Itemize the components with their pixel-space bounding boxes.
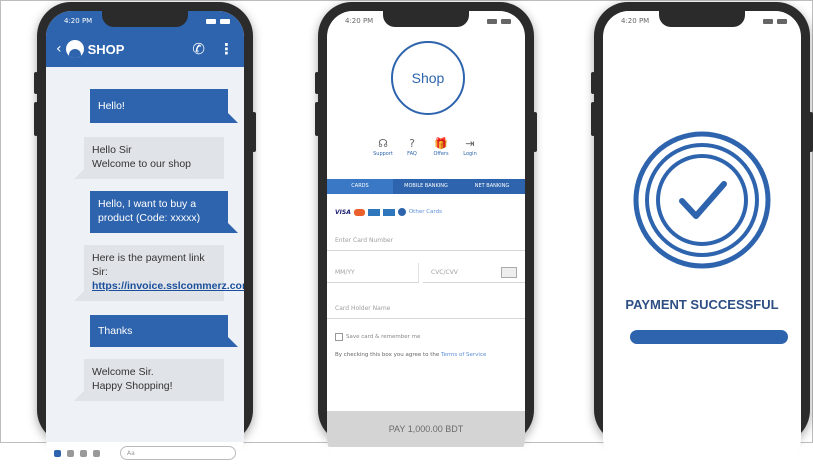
- expiry-input[interactable]: MM/YY: [327, 263, 419, 283]
- card-icon: [501, 267, 517, 278]
- card-holder-input[interactable]: Card Holder Name: [327, 299, 525, 319]
- status-time: 4:20 PM: [621, 17, 650, 25]
- more-options-icon[interactable]: ⋮: [219, 40, 234, 58]
- card-number-input[interactable]: Enter Card Number: [327, 231, 525, 251]
- signal-icon: [763, 18, 773, 24]
- amex-icon: [367, 208, 380, 216]
- menu-icon[interactable]: [54, 449, 61, 457]
- visa-icon: VISA: [335, 208, 351, 216]
- phone-success: 4:20 PM PAYMENT SUCCESSFUL: [591, 2, 813, 464]
- offers-icon: 🎁: [434, 137, 448, 150]
- chat-message-in: Welcome Sir. Happy Shopping!: [74, 359, 224, 401]
- chat-toolbar: Aa: [46, 442, 244, 464]
- signal-icon: [206, 18, 216, 24]
- phone-payment: 4:20 PM Shop ☊ Support ? FAQ 🎁 Offers ⇥ Logi…: [315, 2, 537, 464]
- battery-icon: [777, 18, 787, 24]
- other-cards-icon: [397, 208, 406, 216]
- camera-icon[interactable]: [67, 449, 74, 457]
- shop-logo: Shop: [391, 41, 465, 115]
- offers-link[interactable]: 🎁 Offers: [431, 137, 451, 157]
- support-icon: ☊: [378, 137, 388, 150]
- notch: [102, 11, 188, 27]
- tab-mobile-banking[interactable]: MOBILE BANKING: [393, 179, 459, 194]
- login-label: Login: [463, 151, 477, 157]
- faq-label: FAQ: [407, 151, 417, 157]
- chat-screen: 4:20 PM ‹ SHOP ✆ ⋮ Hello! Hello Sir Welc…: [46, 11, 244, 464]
- success-bar: [630, 330, 788, 344]
- other-cards-link[interactable]: Other Cards: [409, 209, 442, 215]
- notch: [383, 11, 469, 27]
- chat-title: SHOP: [87, 41, 125, 57]
- status-time: 4:20 PM: [64, 17, 93, 25]
- card-brands: VISA Other Cards: [335, 208, 442, 216]
- microphone-icon[interactable]: [93, 449, 100, 457]
- payment-link[interactable]: https://invoice.sslcommerz.com: [92, 280, 244, 292]
- agree-text: By checking this box you agree to the: [335, 352, 442, 358]
- chat-message-out: Hello!: [90, 89, 238, 123]
- chat-message-in: Here is the payment link Sir: https://in…: [74, 245, 244, 301]
- support-label: Support: [373, 151, 393, 157]
- terms-link[interactable]: Terms of Service: [441, 352, 486, 358]
- avatar[interactable]: [65, 40, 84, 58]
- success-screen: 4:20 PM PAYMENT SUCCESSFUL: [603, 11, 801, 464]
- phone-call-icon[interactable]: ✆: [192, 40, 205, 58]
- chat-message-out: Thanks: [90, 315, 238, 347]
- bank-card-icon: [382, 208, 395, 216]
- save-card-row: Save card & remember me: [335, 333, 420, 341]
- offers-label: Offers: [433, 151, 449, 157]
- chat-message-in: Hello Sir Welcome to our shop: [74, 137, 224, 179]
- quick-links: ☊ Support ? FAQ 🎁 Offers ⇥ Login: [373, 137, 480, 157]
- payment-screen: 4:20 PM Shop ☊ Support ? FAQ 🎁 Offers ⇥ Logi…: [327, 11, 525, 464]
- tab-net-banking[interactable]: NET BANKING: [459, 179, 525, 194]
- success-title: PAYMENT SUCCESSFUL: [625, 297, 779, 312]
- chat-body[interactable]: Hello! Hello Sir Welcome to our shop Hel…: [46, 67, 244, 442]
- support-link[interactable]: ☊ Support: [373, 137, 393, 157]
- battery-icon: [501, 18, 511, 24]
- image-icon[interactable]: [80, 449, 87, 457]
- chat-message-out: Hello, I want to buy a product (Code: xx…: [90, 191, 238, 233]
- login-link[interactable]: ⇥ Login: [460, 137, 480, 157]
- back-arrow-icon[interactable]: ‹: [56, 41, 62, 57]
- payment-link-text: Here is the payment link Sir:: [92, 252, 205, 278]
- mastercard-icon: [353, 208, 365, 216]
- status-time: 4:20 PM: [345, 17, 374, 25]
- save-card-checkbox[interactable]: [335, 333, 343, 341]
- chat-header: ‹ SHOP ✆ ⋮: [46, 31, 244, 67]
- success-check-icon: [633, 131, 771, 269]
- payment-tabs: CARDS MOBILE BANKING NET BANKING: [327, 179, 525, 194]
- cvc-input[interactable]: CVC/CVV: [423, 263, 525, 283]
- faq-icon: ?: [409, 137, 415, 150]
- notch: [659, 11, 745, 27]
- cvc-placeholder: CVC/CVV: [431, 269, 458, 276]
- save-card-label: Save card & remember me: [346, 334, 421, 340]
- tab-cards[interactable]: CARDS: [327, 179, 393, 194]
- phone-chat: 4:20 PM ‹ SHOP ✆ ⋮ Hello! Hello Sir Welc…: [34, 2, 256, 464]
- pay-button[interactable]: PAY 1,000.00 BDT: [327, 411, 525, 447]
- faq-link[interactable]: ? FAQ: [402, 137, 422, 157]
- message-input[interactable]: Aa: [120, 446, 236, 460]
- terms-text: By checking this box you agree to the Te…: [335, 351, 517, 359]
- signal-icon: [487, 18, 497, 24]
- battery-icon: [220, 18, 230, 24]
- login-icon: ⇥: [465, 137, 475, 150]
